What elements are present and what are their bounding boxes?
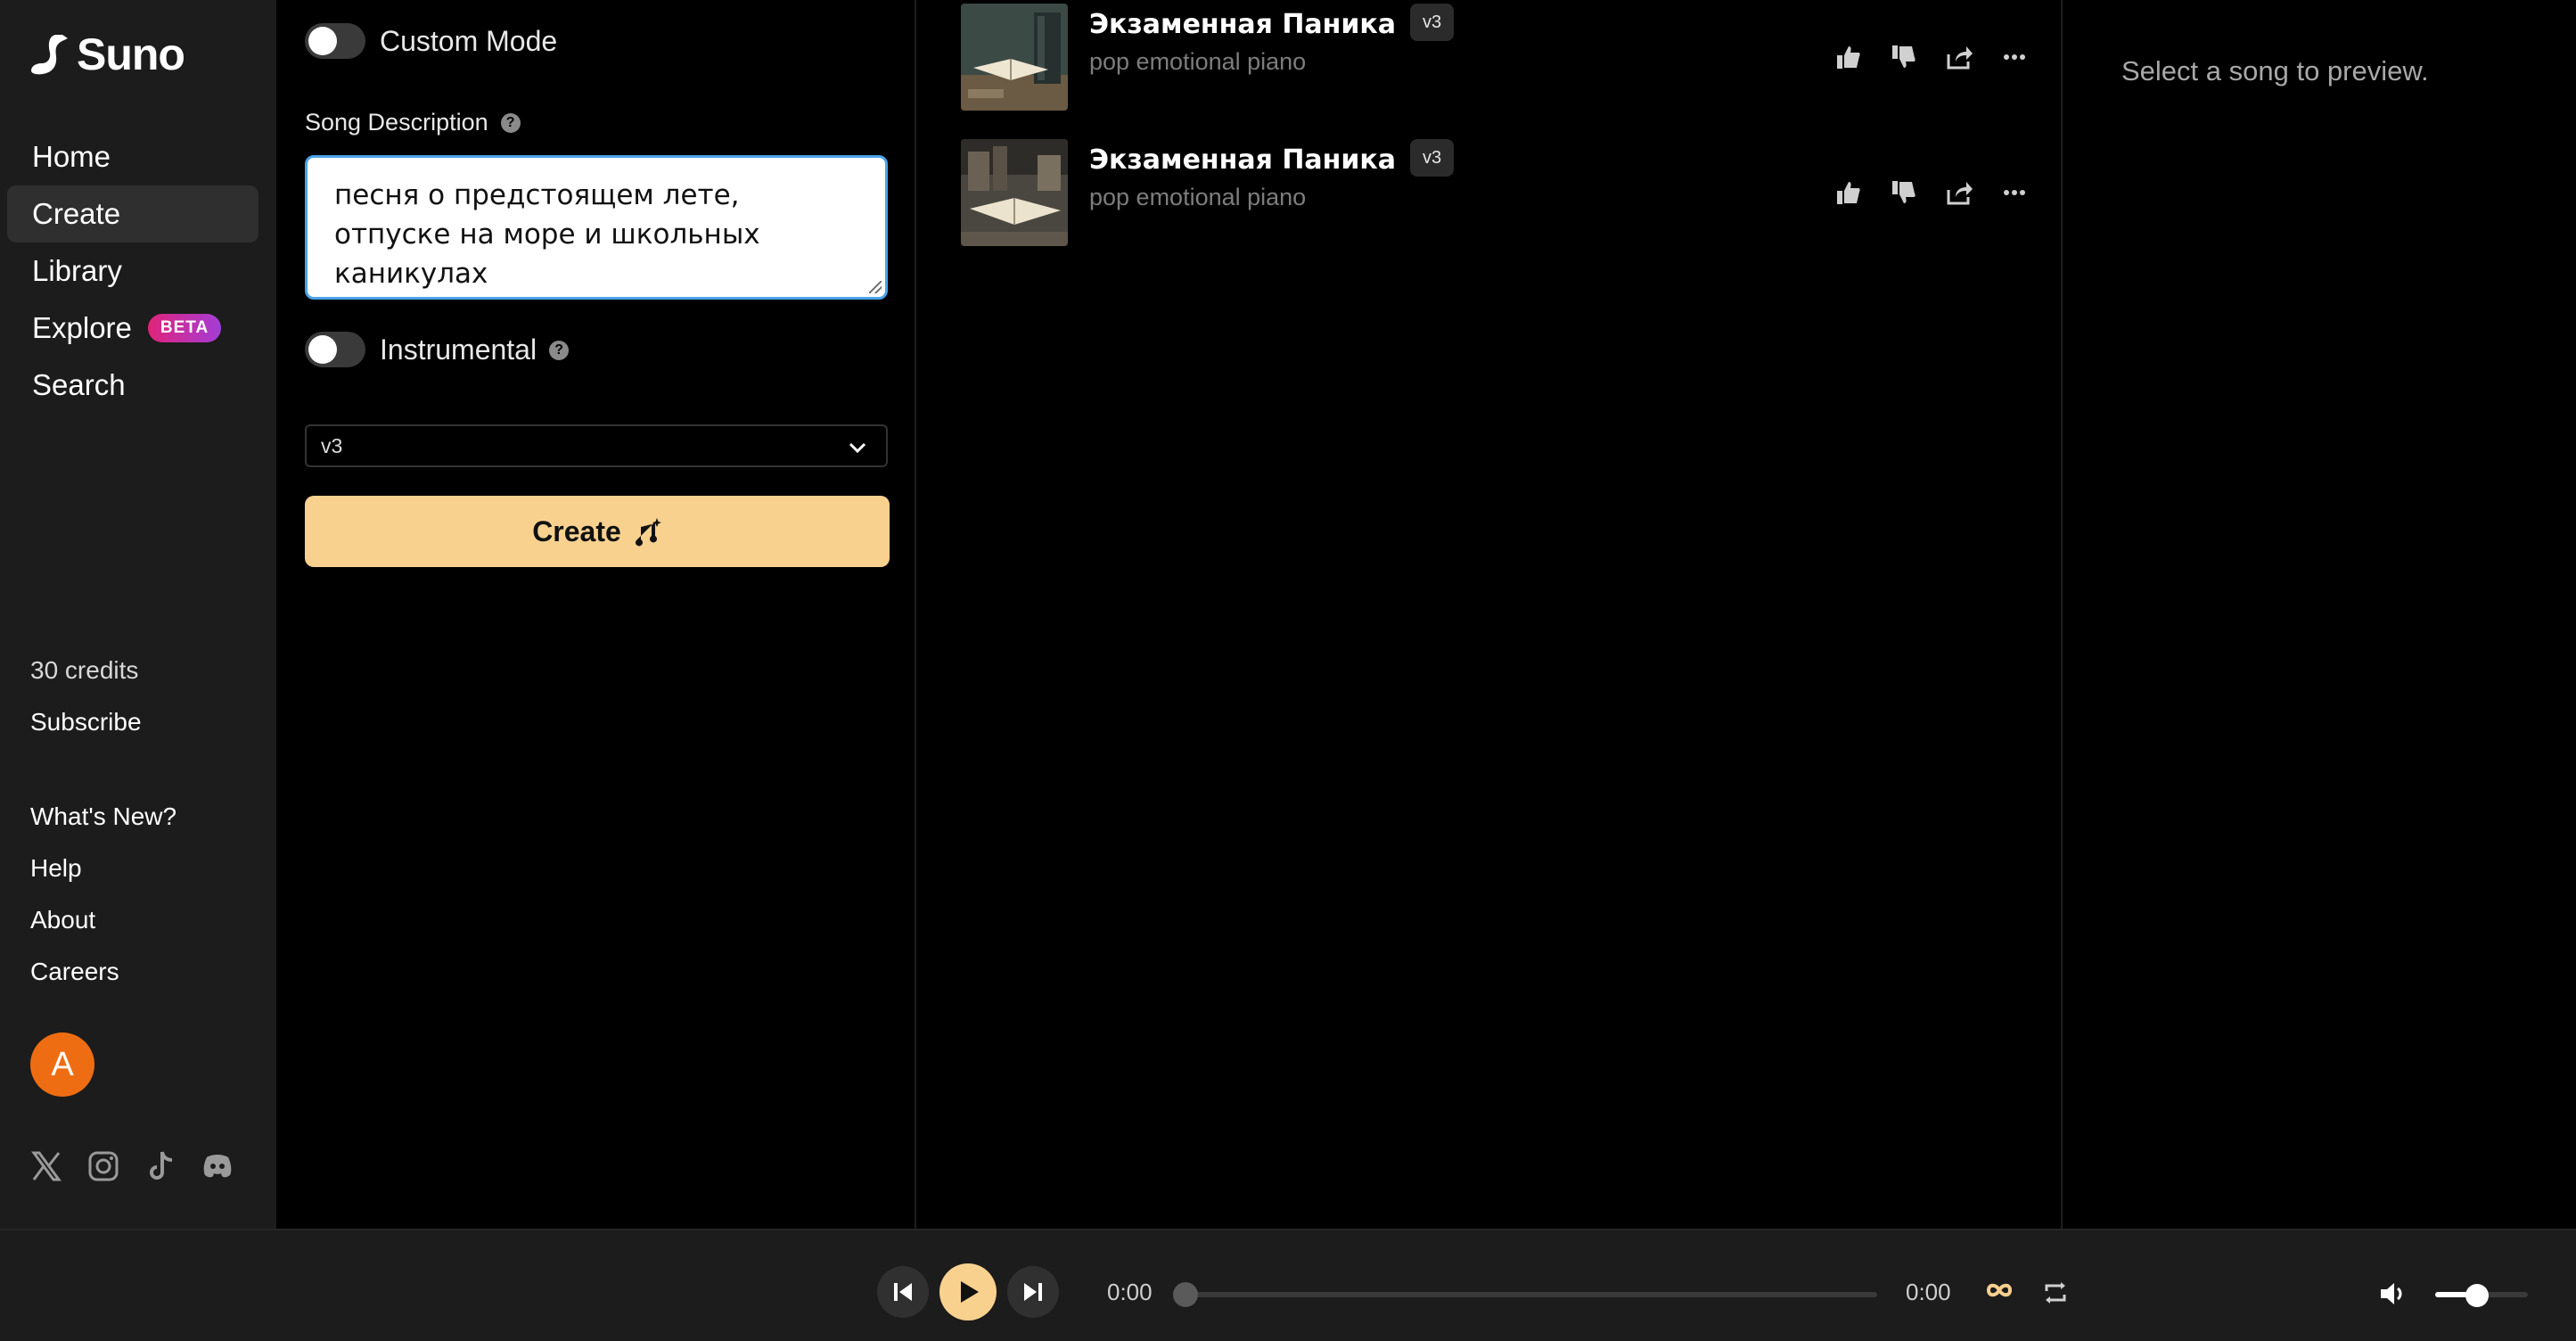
app-name: Suno: [77, 29, 185, 79]
song-title[interactable]: Экзаменная Паника: [1089, 144, 1396, 176]
song-preview-panel: Select a song to preview.: [2064, 0, 2576, 1229]
volume-icon[interactable]: [2378, 1280, 2407, 1312]
song-list: Экзаменная Паника v3 pop emotional piano…: [918, 0, 2063, 1229]
progress-handle[interactable]: [1173, 1282, 1198, 1307]
play-icon: [961, 1281, 979, 1303]
thumbs-down-icon[interactable]: [1888, 41, 1920, 73]
discord-icon[interactable]: [200, 1148, 235, 1184]
next-track-button[interactable]: [1007, 1266, 1059, 1318]
skip-forward-icon: [1024, 1283, 1042, 1301]
song-cover-image[interactable]: [961, 139, 1068, 246]
custom-mode-toggle[interactable]: [305, 23, 365, 59]
chevron-down-icon: [849, 442, 866, 454]
version-badge: v3: [1410, 139, 1455, 177]
create-button-label: Create: [532, 514, 621, 547]
model-version-select[interactable]: v3: [305, 424, 888, 467]
volume-handle[interactable]: [2465, 1284, 2489, 1307]
model-version-value: v3: [321, 433, 343, 457]
help-icon[interactable]: ?: [500, 112, 521, 133]
create-panel: Custom Mode Song Description ? песня о п…: [276, 0, 916, 1229]
skip-back-icon: [894, 1283, 912, 1301]
more-options-icon[interactable]: [1998, 177, 2030, 209]
x-icon[interactable]: [29, 1148, 64, 1184]
help-icon[interactable]: ?: [549, 340, 570, 360]
song-actions: [1833, 41, 2030, 73]
whats-new-link[interactable]: What's New?: [30, 802, 176, 831]
nav-library[interactable]: Library: [7, 243, 258, 300]
custom-mode-label: Custom Mode: [380, 25, 558, 57]
song-row[interactable]: Экзаменная Паника v3 pop emotional piano: [961, 139, 2030, 248]
song-description-input[interactable]: песня о предстоящем лете, отпуске на мор…: [305, 155, 888, 300]
repeat-icon[interactable]: [2043, 1280, 2068, 1310]
nav-explore-label: Explore: [32, 311, 132, 344]
share-icon[interactable]: [1943, 177, 1975, 209]
song-description-label-row: Song Description ?: [305, 109, 521, 136]
song-tags: pop emotional piano: [1089, 48, 1307, 75]
current-time: 0:00: [1107, 1279, 1153, 1305]
song-actions: [1833, 177, 2030, 209]
sidebar: Suno Home Create Library Explore BETA Se…: [0, 0, 276, 1229]
resize-grip-icon[interactable]: [869, 281, 882, 293]
about-link[interactable]: About: [30, 906, 95, 934]
progress-track[interactable]: [1185, 1292, 1877, 1297]
instrumental-label-row: Instrumental ?: [380, 333, 570, 366]
version-badge: v3: [1410, 4, 1455, 41]
careers-link[interactable]: Careers: [30, 958, 119, 986]
song-title[interactable]: Экзаменная Паника: [1089, 9, 1396, 40]
help-link[interactable]: Help: [30, 854, 82, 883]
music-sparkle-icon: [635, 518, 661, 547]
song-description-label: Song Description: [305, 109, 488, 136]
nav-library-label: Library: [32, 254, 122, 287]
thumbs-up-icon[interactable]: [1833, 177, 1865, 209]
credits-count: 30 credits: [30, 656, 139, 684]
song-description-text: песня о предстоящем лете, отпуске на мор…: [334, 179, 760, 290]
instagram-icon[interactable]: [86, 1148, 121, 1184]
song-tags: pop emotional piano: [1089, 184, 1307, 210]
nav-search[interactable]: Search: [7, 357, 258, 414]
duration: 0:00: [1906, 1279, 1951, 1305]
nav-home-label: Home: [32, 140, 111, 173]
nav-search-label: Search: [32, 368, 126, 401]
suno-logo[interactable]: Suno: [29, 29, 185, 80]
create-button[interactable]: Create: [305, 496, 890, 567]
suno-logo-icon: [31, 35, 68, 75]
thumbs-up-icon[interactable]: [1833, 41, 1865, 73]
thumbs-down-icon[interactable]: [1888, 177, 1920, 209]
preview-empty-text: Select a song to preview.: [2121, 55, 2429, 86]
previous-track-button[interactable]: [877, 1266, 929, 1318]
nav-home[interactable]: Home: [7, 128, 258, 185]
nav-create-label: Create: [32, 197, 121, 230]
player-bar: 0:00 0:00: [0, 1229, 2576, 1341]
infinity-loop-icon[interactable]: [1984, 1280, 2014, 1304]
more-options-icon[interactable]: [1998, 41, 2030, 73]
beta-badge: BETA: [147, 314, 222, 342]
nav-explore[interactable]: Explore BETA: [7, 300, 258, 357]
avatar[interactable]: A: [30, 1032, 94, 1097]
play-button[interactable]: [939, 1263, 997, 1320]
subscribe-link[interactable]: Subscribe: [30, 708, 142, 736]
instrumental-label: Instrumental: [380, 333, 537, 366]
nav-create[interactable]: Create: [7, 185, 258, 243]
song-cover-image[interactable]: [961, 4, 1068, 111]
tiktok-icon[interactable]: [143, 1148, 178, 1184]
share-icon[interactable]: [1943, 41, 1975, 73]
instrumental-toggle[interactable]: [305, 332, 365, 367]
song-row[interactable]: Экзаменная Паника v3 pop emotional piano: [961, 4, 2030, 112]
